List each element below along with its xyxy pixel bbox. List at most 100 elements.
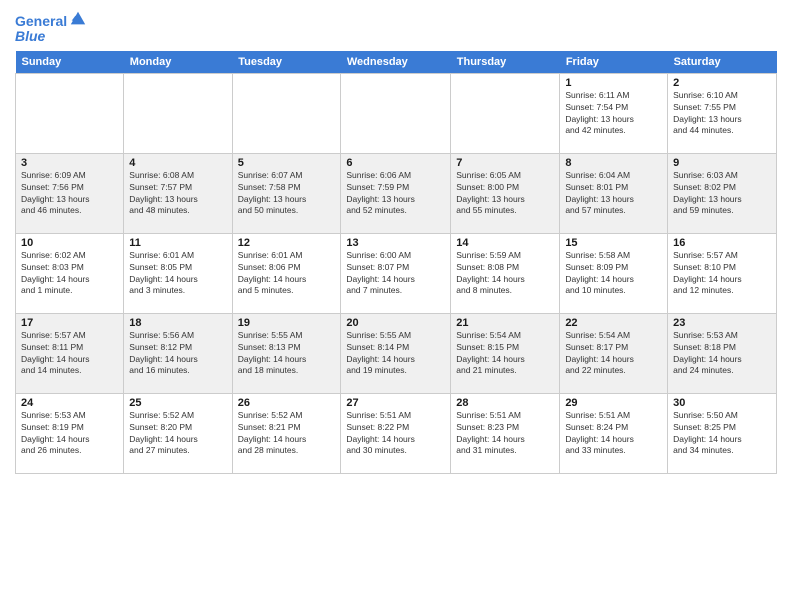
calendar-cell: 1Sunrise: 6:11 AM Sunset: 7:54 PM Daylig… <box>560 73 668 153</box>
calendar-cell: 20Sunrise: 5:55 AM Sunset: 8:14 PM Dayli… <box>341 313 451 393</box>
day-info: Sunrise: 5:52 AM Sunset: 8:21 PM Dayligh… <box>238 410 336 458</box>
logo: General Blue <box>15 14 87 45</box>
calendar-table: SundayMondayTuesdayWednesdayThursdayFrid… <box>15 51 777 474</box>
calendar-cell: 22Sunrise: 5:54 AM Sunset: 8:17 PM Dayli… <box>560 313 668 393</box>
day-number: 12 <box>238 237 336 249</box>
day-info: Sunrise: 6:07 AM Sunset: 7:58 PM Dayligh… <box>238 170 336 218</box>
calendar-cell: 13Sunrise: 6:00 AM Sunset: 8:07 PM Dayli… <box>341 233 451 313</box>
calendar-cell <box>341 73 451 153</box>
day-info: Sunrise: 5:51 AM Sunset: 8:22 PM Dayligh… <box>346 410 445 458</box>
day-number: 28 <box>456 397 554 409</box>
day-info: Sunrise: 5:50 AM Sunset: 8:25 PM Dayligh… <box>673 410 771 458</box>
weekday-header-row: SundayMondayTuesdayWednesdayThursdayFrid… <box>16 51 777 74</box>
day-number: 16 <box>673 237 771 249</box>
calendar-cell: 23Sunrise: 5:53 AM Sunset: 8:18 PM Dayli… <box>668 313 777 393</box>
day-info: Sunrise: 6:04 AM Sunset: 8:01 PM Dayligh… <box>565 170 662 218</box>
day-number: 5 <box>238 157 336 169</box>
calendar-cell: 16Sunrise: 5:57 AM Sunset: 8:10 PM Dayli… <box>668 233 777 313</box>
calendar-week-row-2: 3Sunrise: 6:09 AM Sunset: 7:56 PM Daylig… <box>16 153 777 233</box>
calendar-week-row-1: 1Sunrise: 6:11 AM Sunset: 7:54 PM Daylig… <box>16 73 777 153</box>
day-info: Sunrise: 5:59 AM Sunset: 8:08 PM Dayligh… <box>456 250 554 298</box>
calendar-cell: 10Sunrise: 6:02 AM Sunset: 8:03 PM Dayli… <box>16 233 124 313</box>
day-number: 2 <box>673 77 771 89</box>
day-number: 20 <box>346 317 445 329</box>
day-info: Sunrise: 5:51 AM Sunset: 8:24 PM Dayligh… <box>565 410 662 458</box>
calendar-cell: 17Sunrise: 5:57 AM Sunset: 8:11 PM Dayli… <box>16 313 124 393</box>
day-info: Sunrise: 5:57 AM Sunset: 8:10 PM Dayligh… <box>673 250 771 298</box>
day-number: 19 <box>238 317 336 329</box>
logo-blue-text: Blue <box>15 29 87 44</box>
weekday-header-thursday: Thursday <box>451 51 560 74</box>
day-info: Sunrise: 5:53 AM Sunset: 8:19 PM Dayligh… <box>21 410 118 458</box>
calendar-cell: 24Sunrise: 5:53 AM Sunset: 8:19 PM Dayli… <box>16 393 124 473</box>
day-info: Sunrise: 5:51 AM Sunset: 8:23 PM Dayligh… <box>456 410 554 458</box>
day-number: 14 <box>456 237 554 249</box>
calendar-cell <box>232 73 341 153</box>
day-info: Sunrise: 6:10 AM Sunset: 7:55 PM Dayligh… <box>673 90 771 138</box>
day-info: Sunrise: 5:53 AM Sunset: 8:18 PM Dayligh… <box>673 330 771 378</box>
weekday-header-saturday: Saturday <box>668 51 777 74</box>
calendar-cell: 8Sunrise: 6:04 AM Sunset: 8:01 PM Daylig… <box>560 153 668 233</box>
day-info: Sunrise: 6:03 AM Sunset: 8:02 PM Dayligh… <box>673 170 771 218</box>
day-info: Sunrise: 6:01 AM Sunset: 8:05 PM Dayligh… <box>129 250 226 298</box>
calendar-week-row-4: 17Sunrise: 5:57 AM Sunset: 8:11 PM Dayli… <box>16 313 777 393</box>
weekday-header-wednesday: Wednesday <box>341 51 451 74</box>
weekday-header-tuesday: Tuesday <box>232 51 341 74</box>
header: General Blue <box>15 10 777 45</box>
calendar-cell: 18Sunrise: 5:56 AM Sunset: 8:12 PM Dayli… <box>124 313 232 393</box>
calendar-cell: 15Sunrise: 5:58 AM Sunset: 8:09 PM Dayli… <box>560 233 668 313</box>
day-number: 29 <box>565 397 662 409</box>
day-number: 1 <box>565 77 662 89</box>
day-number: 6 <box>346 157 445 169</box>
day-number: 3 <box>21 157 118 169</box>
page-container: General Blue SundayMondayTuesdayWednesda… <box>0 0 792 479</box>
calendar-cell: 29Sunrise: 5:51 AM Sunset: 8:24 PM Dayli… <box>560 393 668 473</box>
calendar-cell: 11Sunrise: 6:01 AM Sunset: 8:05 PM Dayli… <box>124 233 232 313</box>
calendar-cell <box>124 73 232 153</box>
calendar-cell: 4Sunrise: 6:08 AM Sunset: 7:57 PM Daylig… <box>124 153 232 233</box>
weekday-header-monday: Monday <box>124 51 232 74</box>
day-number: 8 <box>565 157 662 169</box>
day-info: Sunrise: 6:09 AM Sunset: 7:56 PM Dayligh… <box>21 170 118 218</box>
logo-text: General <box>15 14 67 29</box>
day-number: 11 <box>129 237 226 249</box>
day-number: 4 <box>129 157 226 169</box>
day-number: 24 <box>21 397 118 409</box>
calendar-cell: 7Sunrise: 6:05 AM Sunset: 8:00 PM Daylig… <box>451 153 560 233</box>
calendar-cell: 2Sunrise: 6:10 AM Sunset: 7:55 PM Daylig… <box>668 73 777 153</box>
calendar-cell: 3Sunrise: 6:09 AM Sunset: 7:56 PM Daylig… <box>16 153 124 233</box>
calendar-cell: 28Sunrise: 5:51 AM Sunset: 8:23 PM Dayli… <box>451 393 560 473</box>
day-number: 30 <box>673 397 771 409</box>
weekday-header-sunday: Sunday <box>16 51 124 74</box>
day-info: Sunrise: 6:02 AM Sunset: 8:03 PM Dayligh… <box>21 250 118 298</box>
day-number: 22 <box>565 317 662 329</box>
day-number: 15 <box>565 237 662 249</box>
calendar-cell: 5Sunrise: 6:07 AM Sunset: 7:58 PM Daylig… <box>232 153 341 233</box>
day-info: Sunrise: 5:55 AM Sunset: 8:13 PM Dayligh… <box>238 330 336 378</box>
calendar-cell: 19Sunrise: 5:55 AM Sunset: 8:13 PM Dayli… <box>232 313 341 393</box>
day-info: Sunrise: 6:08 AM Sunset: 7:57 PM Dayligh… <box>129 170 226 218</box>
day-info: Sunrise: 5:55 AM Sunset: 8:14 PM Dayligh… <box>346 330 445 378</box>
day-info: Sunrise: 6:11 AM Sunset: 7:54 PM Dayligh… <box>565 90 662 138</box>
calendar-cell: 30Sunrise: 5:50 AM Sunset: 8:25 PM Dayli… <box>668 393 777 473</box>
calendar-cell: 12Sunrise: 6:01 AM Sunset: 8:06 PM Dayli… <box>232 233 341 313</box>
day-number: 7 <box>456 157 554 169</box>
calendar-cell <box>16 73 124 153</box>
day-info: Sunrise: 5:54 AM Sunset: 8:15 PM Dayligh… <box>456 330 554 378</box>
day-number: 18 <box>129 317 226 329</box>
calendar-cell: 25Sunrise: 5:52 AM Sunset: 8:20 PM Dayli… <box>124 393 232 473</box>
calendar-cell: 6Sunrise: 6:06 AM Sunset: 7:59 PM Daylig… <box>341 153 451 233</box>
day-number: 23 <box>673 317 771 329</box>
day-number: 25 <box>129 397 226 409</box>
calendar-cell: 14Sunrise: 5:59 AM Sunset: 8:08 PM Dayli… <box>451 233 560 313</box>
day-info: Sunrise: 6:01 AM Sunset: 8:06 PM Dayligh… <box>238 250 336 298</box>
day-info: Sunrise: 6:05 AM Sunset: 8:00 PM Dayligh… <box>456 170 554 218</box>
calendar-cell: 21Sunrise: 5:54 AM Sunset: 8:15 PM Dayli… <box>451 313 560 393</box>
day-info: Sunrise: 6:06 AM Sunset: 7:59 PM Dayligh… <box>346 170 445 218</box>
calendar-week-row-5: 24Sunrise: 5:53 AM Sunset: 8:19 PM Dayli… <box>16 393 777 473</box>
day-info: Sunrise: 5:56 AM Sunset: 8:12 PM Dayligh… <box>129 330 226 378</box>
day-number: 26 <box>238 397 336 409</box>
day-info: Sunrise: 5:57 AM Sunset: 8:11 PM Dayligh… <box>21 330 118 378</box>
day-number: 10 <box>21 237 118 249</box>
calendar-cell: 27Sunrise: 5:51 AM Sunset: 8:22 PM Dayli… <box>341 393 451 473</box>
